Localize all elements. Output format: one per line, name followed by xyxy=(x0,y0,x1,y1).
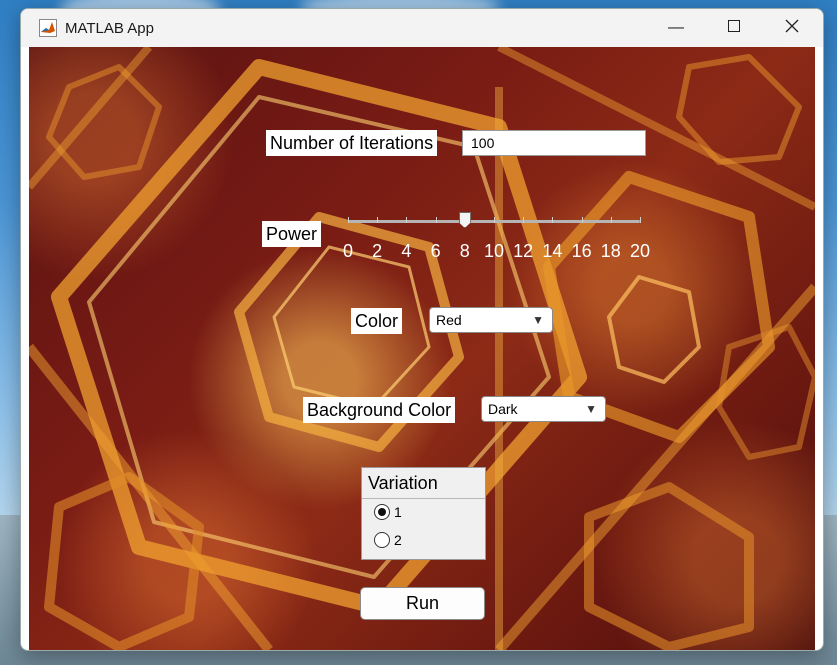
slider-tick xyxy=(640,217,641,223)
slider-tick xyxy=(610,217,612,223)
color-dropdown-value: Red xyxy=(436,312,462,328)
variation-panel-title: Variation xyxy=(362,468,485,499)
slider-tick-label: 12 xyxy=(513,241,534,261)
slider-tick-label: 8 xyxy=(459,241,470,261)
slider-tick-label: 18 xyxy=(600,241,621,261)
slider-tick-label: 2 xyxy=(372,241,383,261)
chevron-down-icon: ▼ xyxy=(585,402,597,416)
minimize-icon: — xyxy=(668,19,684,36)
maximize-button[interactable] xyxy=(705,9,763,47)
close-button[interactable] xyxy=(763,9,821,47)
maximize-icon xyxy=(728,19,740,37)
window-title: MATLAB App xyxy=(65,19,154,37)
matlab-logo-icon xyxy=(39,19,57,37)
background-color-label: Background Color xyxy=(303,397,456,423)
background-color-dropdown[interactable]: Dark ▼ xyxy=(481,396,606,422)
radio-unselected-icon[interactable] xyxy=(374,532,390,548)
variation-option-label: 1 xyxy=(394,504,402,520)
variation-option-label: 2 xyxy=(394,532,402,548)
slider-tick-label: 16 xyxy=(571,241,592,261)
minimize-button[interactable]: — xyxy=(647,9,705,47)
iterations-label: Number of Iterations xyxy=(266,130,438,156)
iterations-input[interactable]: 100 xyxy=(462,130,646,156)
slider-tick xyxy=(494,217,495,223)
variation-panel: Variation 1 2 xyxy=(361,467,486,560)
close-icon xyxy=(785,19,799,38)
color-dropdown[interactable]: Red ▼ xyxy=(429,307,553,333)
slider-tick xyxy=(348,217,349,223)
title-bar: MATLAB App — xyxy=(21,9,823,47)
power-label: Power xyxy=(262,221,322,247)
variation-option-2[interactable]: 2 xyxy=(374,532,402,548)
slider-tick-label: 4 xyxy=(401,241,412,261)
slider-tick xyxy=(581,217,583,223)
slider-tick xyxy=(552,217,554,223)
slider-tick-label: 0 xyxy=(342,241,354,261)
color-label: Color xyxy=(351,308,403,334)
slider-tick xyxy=(406,217,408,223)
variation-option-1[interactable]: 1 xyxy=(374,504,402,520)
slider-tick xyxy=(523,217,525,223)
fractal-background: Number of Iterations 100 Power 0 2 4 6 8 10 12… xyxy=(29,47,815,650)
slider-tick-label: 10 xyxy=(483,241,505,261)
background-color-dropdown-value: Dark xyxy=(488,401,518,417)
slider-tick-label: 20 xyxy=(629,241,651,261)
slider-tick-label: 14 xyxy=(542,241,563,261)
slider-tick xyxy=(435,217,437,223)
radio-selected-icon[interactable] xyxy=(374,504,390,520)
app-window: MATLAB App — Number of Iterations 100 Po… xyxy=(20,8,824,651)
slider-tick xyxy=(377,217,379,223)
run-button[interactable]: Run xyxy=(360,587,485,620)
chevron-down-icon: ▼ xyxy=(532,313,544,327)
slider-tick-label: 6 xyxy=(430,241,441,261)
